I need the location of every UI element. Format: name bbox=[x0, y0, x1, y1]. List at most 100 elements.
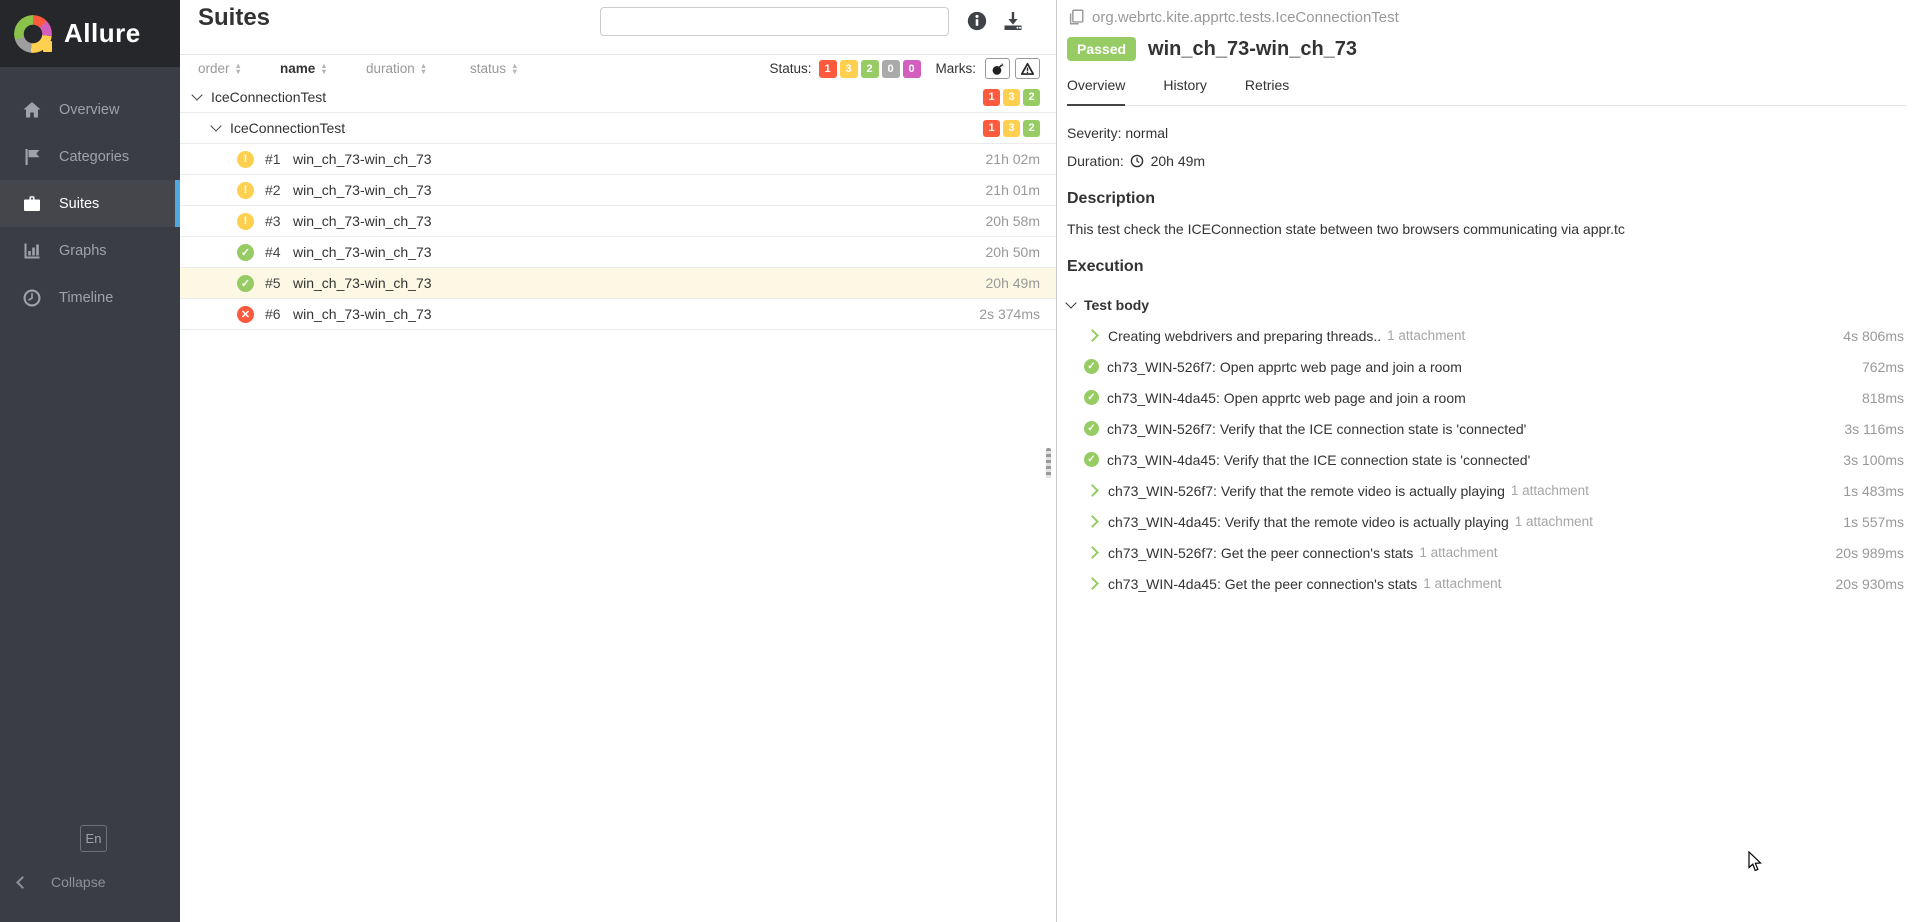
test-status-icon bbox=[237, 305, 254, 323]
step-duration: 1s 557ms bbox=[1843, 513, 1904, 530]
test-status-icon bbox=[237, 274, 254, 292]
severity-label: Severity: bbox=[1067, 125, 1122, 141]
test-duration: 20h 49m bbox=[985, 275, 1040, 291]
sorter-label: duration bbox=[366, 61, 415, 76]
details-tab[interactable]: Retries bbox=[1245, 77, 1289, 105]
panel-splitter-handle[interactable] bbox=[1046, 448, 1051, 478]
step-attachment-count: 1 attachment bbox=[1387, 328, 1466, 343]
sidebar: Allure Overview Categories Suites Graphs… bbox=[0, 0, 180, 922]
step-row[interactable]: ch73_WIN-4da45: Verify that the remote v… bbox=[1067, 506, 1906, 537]
search-input[interactable] bbox=[600, 7, 949, 36]
collapse-button[interactable]: Collapse bbox=[16, 874, 105, 890]
sorter-label: order bbox=[198, 61, 230, 76]
duration-line: Duration: 20h 49m bbox=[1067, 153, 1906, 169]
flaky-mark-button[interactable] bbox=[985, 58, 1010, 79]
test-row[interactable]: #6 win_ch_73-win_ch_73 2s 374ms bbox=[180, 299, 1056, 330]
step-row[interactable]: ch73_WIN-4da45: Verify that the ICE conn… bbox=[1067, 444, 1906, 475]
language-button[interactable]: En bbox=[80, 825, 107, 852]
step-row[interactable]: ch73_WIN-526f7: Get the peer connection'… bbox=[1067, 537, 1906, 568]
test-status-icon bbox=[237, 150, 254, 168]
suite-group-row[interactable]: IceConnectionTest 1 3 2 bbox=[180, 82, 1056, 113]
step-row[interactable]: ch73_WIN-4da45: Get the peer connection'… bbox=[1067, 568, 1906, 599]
marks-filter-label: Marks: bbox=[935, 61, 977, 76]
step-duration: 762ms bbox=[1861, 358, 1904, 375]
step-row[interactable]: ch73_WIN-526f7: Verify that the ICE conn… bbox=[1067, 413, 1906, 444]
passed-count-badge: 2 bbox=[1023, 119, 1040, 137]
test-duration: 21h 01m bbox=[985, 182, 1040, 198]
step-row[interactable]: Creating webdrivers and preparing thread… bbox=[1067, 320, 1906, 351]
brand-name: Allure bbox=[64, 18, 141, 48]
test-row[interactable]: #3 win_ch_73-win_ch_73 20h 58m bbox=[180, 206, 1056, 237]
details-tab[interactable]: Overview bbox=[1067, 77, 1126, 106]
bomb-icon bbox=[992, 62, 1003, 75]
details-tab[interactable]: History bbox=[1163, 77, 1207, 105]
step-row[interactable]: ch73_WIN-526f7: Open apprtc web page and… bbox=[1067, 351, 1906, 382]
step-label: ch73_WIN-526f7: Verify that the ICE conn… bbox=[1107, 420, 1527, 437]
test-order-number: #1 bbox=[265, 151, 281, 167]
clock-icon bbox=[1130, 154, 1144, 168]
sort-arrows-icon bbox=[420, 63, 427, 74]
sorter-order[interactable]: order bbox=[198, 61, 280, 76]
test-row[interactable]: #5 win_ch_73-win_ch_73 20h 49m bbox=[180, 268, 1056, 299]
sidebar-item-suites[interactable]: Suites bbox=[0, 180, 180, 227]
test-duration: 21h 02m bbox=[985, 151, 1040, 167]
status-filter-label: Status: bbox=[769, 61, 812, 76]
sidebar-item-overview[interactable]: Overview bbox=[0, 86, 180, 133]
test-order-number: #5 bbox=[265, 275, 281, 291]
status-filter-badge[interactable]: 2 bbox=[860, 59, 879, 78]
details-tabs: Overview History Retries bbox=[1067, 77, 1906, 106]
step-duration: 818ms bbox=[1861, 389, 1904, 406]
test-body-toggle[interactable]: Test body bbox=[1065, 297, 1906, 313]
sidebar-item-label: Graphs bbox=[59, 242, 107, 259]
step-status-icon bbox=[1084, 579, 1100, 588]
suite-group-row[interactable]: IceConnectionTest 1 3 2 bbox=[180, 113, 1056, 144]
step-row[interactable]: ch73_WIN-4da45: Open apprtc web page and… bbox=[1067, 382, 1906, 413]
failed-count-badge: 1 bbox=[983, 88, 1000, 106]
step-duration: 3s 116ms bbox=[1844, 420, 1904, 437]
suites-tree: IceConnectionTest 1 3 2 IceConnectionTes… bbox=[180, 82, 1056, 330]
known-issue-mark-button[interactable] bbox=[1015, 58, 1040, 79]
status-filter-badge[interactable]: 0 bbox=[902, 59, 921, 78]
test-order-number: #6 bbox=[265, 306, 281, 322]
test-row[interactable]: #1 win_ch_73-win_ch_73 21h 02m bbox=[180, 144, 1056, 175]
sidebar-nav: Overview Categories Suites Graphs Timeli… bbox=[0, 86, 180, 321]
step-duration: 4s 806ms bbox=[1843, 327, 1904, 344]
suite-group-name: IceConnectionTest bbox=[211, 89, 327, 105]
status-filter-badge[interactable]: 3 bbox=[839, 59, 858, 78]
test-row[interactable]: #4 win_ch_73-win_ch_73 20h 50m bbox=[180, 237, 1056, 268]
info-button[interactable] bbox=[962, 6, 992, 36]
filter-cluster: Status: 1 3 2 0 0 Marks: bbox=[769, 58, 1056, 79]
sorter-name[interactable]: name bbox=[280, 61, 366, 76]
step-label: ch73_WIN-4da45: Verify that the remote v… bbox=[1108, 513, 1509, 530]
sidebar-item-label: Suites bbox=[59, 195, 100, 212]
sidebar-item-timeline[interactable]: Timeline bbox=[0, 274, 180, 321]
sidebar-item-label: Categories bbox=[59, 148, 130, 165]
status-filter-badge[interactable]: 1 bbox=[818, 59, 837, 78]
step-duration: 20s 930ms bbox=[1835, 575, 1904, 592]
test-order-number: #3 bbox=[265, 213, 281, 229]
step-attachment-count: 1 attachment bbox=[1419, 545, 1498, 560]
test-status-icon bbox=[237, 181, 254, 199]
sort-arrows-icon bbox=[235, 63, 242, 74]
sorter-status[interactable]: status bbox=[470, 61, 560, 76]
chevron-down-icon bbox=[191, 89, 203, 101]
step-status-icon bbox=[1084, 452, 1099, 467]
test-order-number: #2 bbox=[265, 182, 281, 198]
test-row[interactable]: #2 win_ch_73-win_ch_73 21h 01m bbox=[180, 175, 1056, 206]
test-duration: 20h 50m bbox=[985, 244, 1040, 260]
test-body-label: Test body bbox=[1084, 297, 1150, 313]
test-name: win_ch_73-win_ch_73 bbox=[293, 306, 432, 322]
sorter-duration[interactable]: duration bbox=[366, 61, 470, 76]
step-row[interactable]: ch73_WIN-526f7: Verify that the remote v… bbox=[1067, 475, 1906, 506]
sidebar-item-graphs[interactable]: Graphs bbox=[0, 227, 180, 274]
step-attachment-count: 1 attachment bbox=[1514, 514, 1593, 529]
test-name: win_ch_73-win_ch_73 bbox=[293, 182, 432, 198]
chevron-left-icon bbox=[16, 875, 29, 889]
test-status-icon bbox=[237, 243, 254, 261]
download-button[interactable] bbox=[998, 6, 1028, 36]
status-filter-badge[interactable]: 0 bbox=[881, 59, 900, 78]
sidebar-item-categories[interactable]: Categories bbox=[0, 133, 180, 180]
step-label: Creating webdrivers and preparing thread… bbox=[1108, 327, 1382, 344]
description-text: This test check the ICEConnection state … bbox=[1067, 221, 1625, 237]
broken-count-badge: 3 bbox=[1003, 119, 1020, 137]
